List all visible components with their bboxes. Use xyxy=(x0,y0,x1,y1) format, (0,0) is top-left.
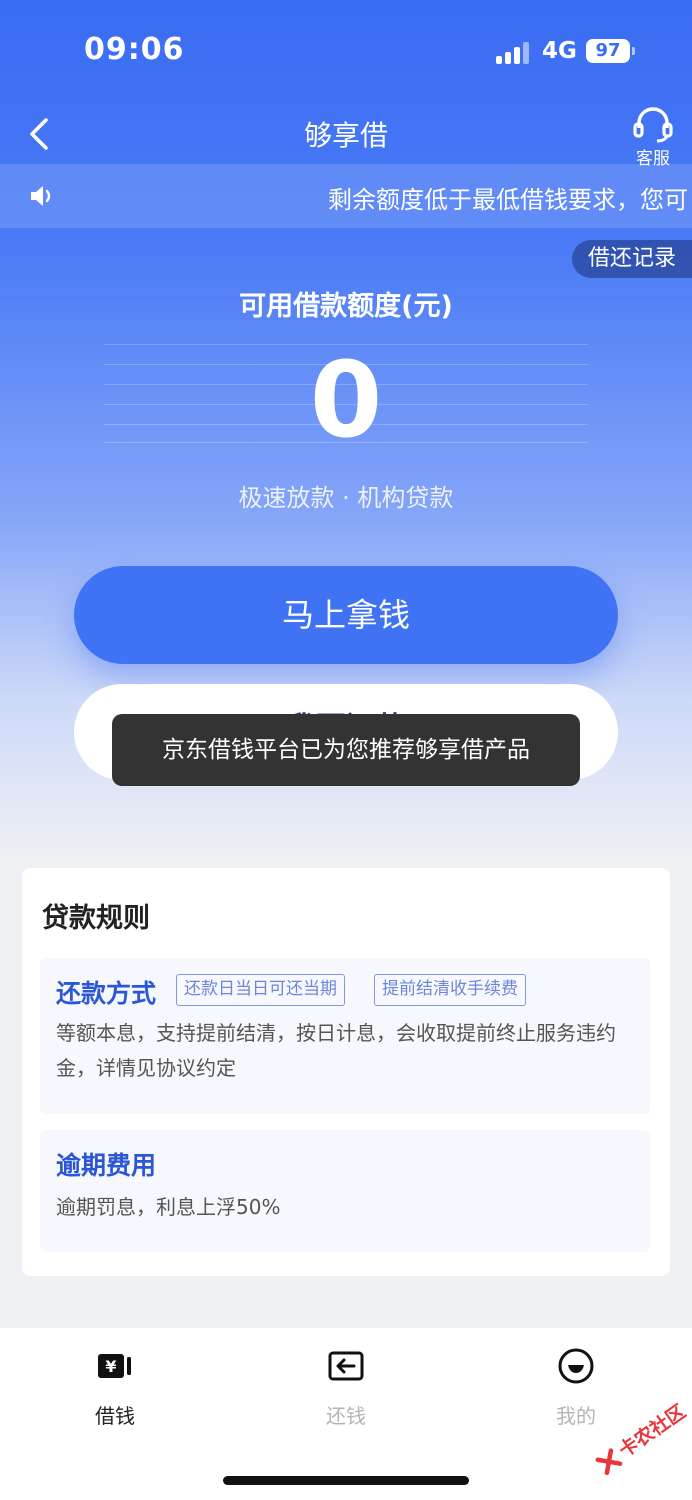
overdue-fee-section: 逾期费用 逾期罚息，利息上浮50% xyxy=(40,1130,650,1252)
tab-label: 借钱 xyxy=(95,1404,135,1428)
limit-tagline: 极速放款 · 机构贷款 xyxy=(238,484,454,512)
toast-message: 京东借钱平台已为您推荐够享借产品 xyxy=(112,714,580,786)
loan-rules-card: 贷款规则 还款方式 还款日当日可还当期 提前结清收手续费 等额本息，支持提前结清… xyxy=(22,868,670,1276)
network-type: 4G xyxy=(542,38,577,64)
yuan-card-icon: ¥ xyxy=(97,1348,133,1384)
tab-repay[interactable]: 还钱 xyxy=(286,1348,406,1428)
speaker-icon xyxy=(28,182,56,210)
battery-icon: 97 xyxy=(586,39,630,63)
loan-rules-title: 贷款规则 xyxy=(42,903,150,934)
tab-label: 还钱 xyxy=(326,1404,366,1428)
page-title: 够享借 xyxy=(303,119,388,152)
tab-borrow[interactable]: ¥ 借钱 xyxy=(55,1348,175,1428)
tab-mine[interactable]: 我的 xyxy=(516,1348,636,1428)
borrow-now-button[interactable]: 马上拿钱 xyxy=(74,566,618,664)
status-time: 09:06 xyxy=(84,32,185,67)
battery-tip xyxy=(632,47,635,55)
customer-service-button[interactable]: 客服 xyxy=(624,106,682,169)
home-indicator[interactable] xyxy=(223,1476,469,1485)
repayment-tag: 提前结清收手续费 xyxy=(374,974,526,1006)
smiley-icon xyxy=(558,1348,594,1384)
repayment-tag: 还款日当日可还当期 xyxy=(176,974,345,1006)
available-limit-label: 可用借款额度(元) xyxy=(239,291,453,322)
repayment-method-desc: 等额本息，支持提前结清，按日计息，会收取提前终止服务违约金，详情见协议约定 xyxy=(56,1021,616,1080)
available-limit-value: 0 xyxy=(309,339,383,461)
signal-icon xyxy=(496,42,532,64)
repayment-method-title: 还款方式 xyxy=(56,979,157,1008)
overdue-fee-title: 逾期费用 xyxy=(56,1151,157,1180)
headset-icon xyxy=(633,107,673,143)
notice-bar[interactable]: 剩余额度低于最低借钱要求，您可 xyxy=(0,164,692,228)
repay-icon xyxy=(328,1348,364,1384)
overdue-fee-desc: 逾期罚息，利息上浮50% xyxy=(56,1195,281,1219)
notice-text: 剩余额度低于最低借钱要求，您可 xyxy=(328,186,688,214)
svg-text:¥: ¥ xyxy=(105,1357,116,1376)
loan-record-button[interactable]: 借还记录 xyxy=(572,240,692,278)
repayment-method-section: 还款方式 还款日当日可还当期 提前结清收手续费 等额本息，支持提前结清，按日计息… xyxy=(40,958,650,1114)
bottom-tab-bar: ¥ 借钱 还钱 我的 xyxy=(0,1328,692,1500)
